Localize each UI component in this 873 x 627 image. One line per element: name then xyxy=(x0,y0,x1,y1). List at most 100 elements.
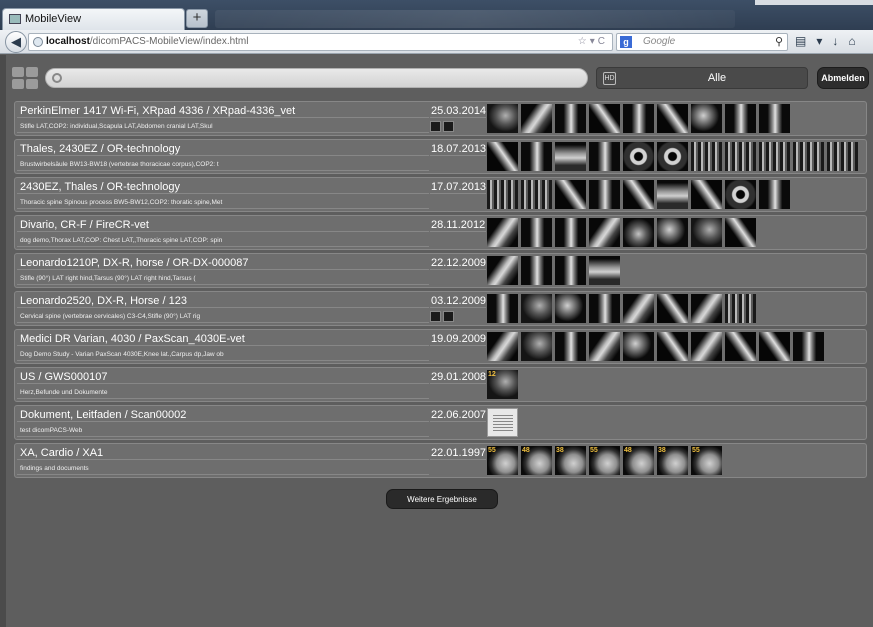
xray-thumbnail[interactable] xyxy=(691,180,722,209)
xray-thumbnail[interactable] xyxy=(487,104,518,133)
xray-thumbnail[interactable]: 48 xyxy=(521,446,552,475)
xray-thumbnail[interactable] xyxy=(623,294,654,323)
xray-thumbnail[interactable] xyxy=(623,332,654,361)
back-arrow-icon[interactable]: ◀ xyxy=(5,31,27,53)
xray-thumbnail[interactable] xyxy=(487,408,518,437)
xray-thumbnail[interactable] xyxy=(521,332,552,361)
xray-thumbnail[interactable] xyxy=(657,218,688,247)
xray-thumbnail[interactable]: 38 xyxy=(555,446,586,475)
study-row[interactable]: US / GWS000107 Herz,Befunde und Dokumente… xyxy=(14,367,867,402)
xray-thumbnail[interactable] xyxy=(725,332,756,361)
xray-thumbnail[interactable] xyxy=(691,332,722,361)
study-title[interactable]: Divario, CR-F / FireCR-vet xyxy=(17,218,429,232)
xray-thumbnail[interactable] xyxy=(623,180,654,209)
study-title[interactable]: XA, Cardio / XA1 xyxy=(17,446,429,460)
xray-thumbnail[interactable] xyxy=(589,332,620,361)
address-bar[interactable]: localhost/dicomPACS-MobileView/index.htm… xyxy=(28,33,613,51)
xray-thumbnail[interactable] xyxy=(691,104,722,133)
toolbar-icons[interactable]: ▤▾↓⌂ xyxy=(795,34,866,48)
xray-thumbnail[interactable] xyxy=(555,104,586,133)
study-title[interactable]: Leonardo1210P, DX-R, horse / OR-DX-00008… xyxy=(17,256,429,270)
xray-thumbnail[interactable] xyxy=(657,142,688,171)
xray-thumbnail[interactable] xyxy=(725,294,756,323)
xray-thumbnail[interactable] xyxy=(759,142,790,171)
xray-thumbnail[interactable] xyxy=(589,218,620,247)
xray-thumbnail[interactable] xyxy=(623,104,654,133)
xray-thumbnail[interactable] xyxy=(555,332,586,361)
xray-thumbnail[interactable] xyxy=(589,180,620,209)
xray-thumbnail[interactable] xyxy=(589,256,620,285)
google-icon[interactable]: g xyxy=(620,36,632,48)
xray-thumbnail[interactable] xyxy=(657,294,688,323)
study-title[interactable]: US / GWS000107 xyxy=(17,370,429,384)
xray-thumbnail[interactable] xyxy=(691,294,722,323)
xray-thumbnail[interactable] xyxy=(521,256,552,285)
xray-thumbnail[interactable] xyxy=(521,294,552,323)
filter-select[interactable]: HD Alle xyxy=(596,67,808,89)
xray-thumbnail[interactable]: 55 xyxy=(487,446,518,475)
tab-mobileview[interactable]: MobileView xyxy=(2,8,185,30)
star-icon[interactable]: ☆▾C xyxy=(578,34,608,50)
study-title[interactable]: Thales, 2430EZ / OR-technology xyxy=(17,142,429,156)
xray-thumbnail[interactable] xyxy=(725,218,756,247)
xray-thumbnail[interactable] xyxy=(793,142,824,171)
xray-thumbnail[interactable] xyxy=(657,332,688,361)
xray-thumbnail[interactable] xyxy=(487,256,518,285)
study-title[interactable]: 2430EZ, Thales / OR-technology xyxy=(17,180,429,194)
xray-thumbnail[interactable]: 55 xyxy=(691,446,722,475)
xray-thumbnail[interactable] xyxy=(725,142,756,171)
xray-thumbnail[interactable]: 48 xyxy=(623,446,654,475)
xray-thumbnail[interactable] xyxy=(657,104,688,133)
search-input[interactable] xyxy=(46,70,587,88)
series-mini-icon[interactable] xyxy=(443,121,454,132)
xray-thumbnail[interactable]: 12 xyxy=(487,370,518,399)
xray-thumbnail[interactable] xyxy=(725,104,756,133)
grid-view-icon[interactable] xyxy=(12,67,40,91)
xray-thumbnail[interactable] xyxy=(589,294,620,323)
xray-thumbnail[interactable] xyxy=(725,180,756,209)
xray-thumbnail[interactable]: 38 xyxy=(657,446,688,475)
xray-thumbnail[interactable] xyxy=(487,294,518,323)
xray-thumbnail[interactable] xyxy=(521,180,552,209)
study-row[interactable]: Thales, 2430EZ / OR-technology Brustwirbe… xyxy=(14,139,867,174)
xray-thumbnail[interactable] xyxy=(759,180,790,209)
study-title[interactable]: Leonardo2520, DX-R, Horse / 123 xyxy=(17,294,429,308)
series-mini-icon[interactable] xyxy=(430,311,441,322)
xray-thumbnail[interactable] xyxy=(521,142,552,171)
xray-thumbnail[interactable]: 55 xyxy=(589,446,620,475)
study-title[interactable]: Medici DR Varian, 4030 / PaxScan_4030E-v… xyxy=(17,332,429,346)
xray-thumbnail[interactable] xyxy=(589,104,620,133)
xray-thumbnail[interactable] xyxy=(793,332,824,361)
xray-thumbnail[interactable] xyxy=(487,218,518,247)
xray-thumbnail[interactable] xyxy=(521,104,552,133)
xray-thumbnail[interactable] xyxy=(691,142,722,171)
xray-thumbnail[interactable] xyxy=(555,218,586,247)
xray-thumbnail[interactable] xyxy=(555,256,586,285)
xray-thumbnail[interactable] xyxy=(487,180,518,209)
xray-thumbnail[interactable] xyxy=(691,218,722,247)
xray-thumbnail[interactable] xyxy=(589,142,620,171)
study-row[interactable]: 2430EZ, Thales / OR-technology Thoracic s… xyxy=(14,177,867,212)
study-row[interactable]: Leonardo2520, DX-R, Horse / 123 Cervical … xyxy=(14,291,867,326)
xray-thumbnail[interactable] xyxy=(759,104,790,133)
series-mini-icon[interactable] xyxy=(430,121,441,132)
more-results-button[interactable]: Weitere Ergebnisse xyxy=(386,489,498,509)
xray-thumbnail[interactable] xyxy=(521,218,552,247)
browser-search-bar[interactable]: g Google ⚲ xyxy=(616,33,788,51)
search-go-icon[interactable]: ⚲ xyxy=(775,34,783,50)
study-row[interactable]: Divario, CR-F / FireCR-vet dog demo,Thora… xyxy=(14,215,867,250)
xray-thumbnail[interactable] xyxy=(623,142,654,171)
study-row[interactable]: Medici DR Varian, 4030 / PaxScan_4030E-v… xyxy=(14,329,867,364)
study-row[interactable]: Leonardo1210P, DX-R, horse / OR-DX-00008… xyxy=(14,253,867,288)
xray-thumbnail[interactable] xyxy=(555,294,586,323)
study-row[interactable]: Dokument, Leitfaden / Scan00002 test dico… xyxy=(14,405,867,440)
study-title[interactable]: Dokument, Leitfaden / Scan00002 xyxy=(17,408,429,422)
new-tab-button[interactable]: + xyxy=(186,9,208,28)
xray-thumbnail[interactable] xyxy=(555,142,586,171)
logout-button[interactable]: Abmelden xyxy=(817,67,869,89)
search-field[interactable] xyxy=(45,68,588,88)
study-row[interactable]: PerkinElmer 1417 Wi-Fi, XRpad 4336 / XRp… xyxy=(14,101,867,136)
study-title[interactable]: PerkinElmer 1417 Wi-Fi, XRpad 4336 / XRp… xyxy=(17,104,429,118)
xray-thumbnail[interactable] xyxy=(555,180,586,209)
xray-thumbnail[interactable] xyxy=(623,218,654,247)
